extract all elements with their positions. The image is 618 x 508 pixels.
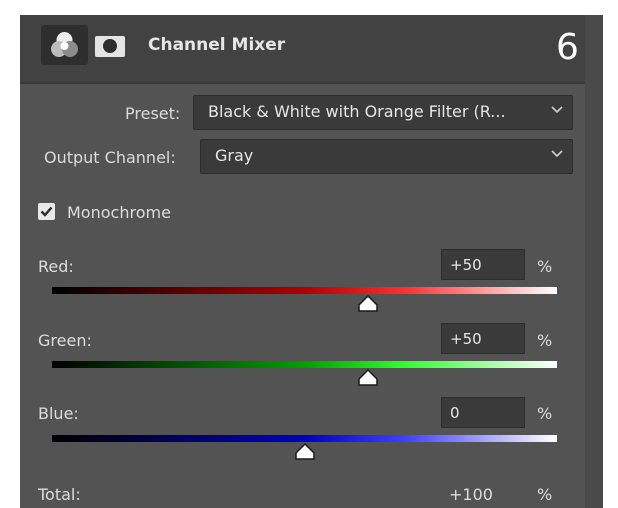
output-channel-dropdown[interactable]: Gray	[200, 139, 573, 174]
green-slider-thumb[interactable]	[357, 369, 379, 387]
output-channel-label: Output Channel:	[44, 148, 176, 167]
blue-label: Blue:	[38, 404, 79, 423]
checkmark-icon	[40, 206, 53, 217]
red-unit: %	[537, 257, 553, 276]
blue-unit: %	[537, 404, 553, 423]
step-number: 6	[556, 27, 579, 68]
monochrome-checkbox[interactable]	[38, 203, 55, 220]
green-slider-track[interactable]	[52, 361, 557, 368]
layer-mask-icon[interactable]	[95, 36, 125, 57]
preset-dropdown[interactable]: Black & White with Orange Filter (R...	[193, 95, 573, 130]
panel-title: Channel Mixer	[148, 35, 286, 55]
red-value: +50	[450, 256, 482, 274]
green-label: Green:	[38, 331, 92, 350]
blue-slider-thumb[interactable]	[294, 443, 316, 461]
blue-value-field[interactable]: 0	[441, 397, 525, 428]
monochrome-label: Monochrome	[67, 203, 171, 222]
blue-slider-track[interactable]	[52, 435, 557, 442]
channel-mixer-icon[interactable]	[41, 25, 88, 65]
chevron-down-icon	[551, 106, 563, 114]
red-slider-thumb[interactable]	[357, 295, 379, 313]
green-value-field[interactable]: +50	[441, 323, 525, 354]
green-value: +50	[450, 330, 482, 348]
output-channel-value: Gray	[215, 146, 254, 165]
red-label: Red:	[38, 257, 74, 276]
total-label: Total:	[38, 485, 81, 504]
blue-value: 0	[450, 404, 460, 422]
panel-scrollbar[interactable]	[585, 15, 603, 508]
red-value-field[interactable]: +50	[441, 249, 525, 280]
chevron-down-icon	[551, 150, 563, 158]
preset-value: Black & White with Orange Filter (R...	[208, 102, 506, 121]
total-value: +100	[449, 485, 493, 504]
green-unit: %	[537, 331, 553, 350]
total-unit: %	[537, 485, 553, 504]
red-slider-track[interactable]	[52, 287, 557, 294]
header-divider	[20, 82, 585, 84]
preset-label: Preset:	[125, 104, 181, 123]
